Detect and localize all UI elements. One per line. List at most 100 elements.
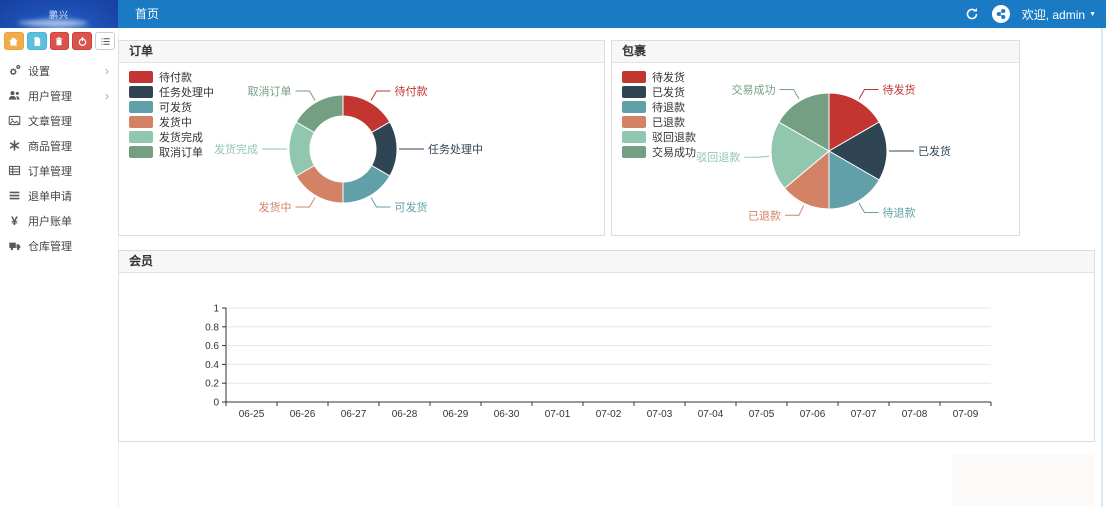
sidebar-item-list[interactable]: 退单申请 [0, 183, 118, 208]
sidebar-item-truck[interactable]: 仓库管理 [0, 233, 118, 258]
svg-text:可发货: 可发货 [395, 200, 428, 214]
sidebar-item-asterisk[interactable]: 商品管理 [0, 133, 118, 158]
svg-text:发货中: 发货中 [259, 200, 292, 214]
legend-item[interactable]: 发货完成 [129, 131, 214, 143]
legend-swatch [129, 71, 153, 83]
user-avatar-icon[interactable] [992, 5, 1010, 23]
list-button[interactable] [95, 32, 115, 50]
scrollbar-track[interactable] [1101, 28, 1103, 507]
legend-swatch [622, 101, 646, 113]
sidebar-item-users[interactable]: 用户管理 › [0, 83, 118, 108]
svg-text:06-27: 06-27 [341, 409, 367, 420]
chevron-down-icon: ▼ [1089, 11, 1096, 18]
background-artifact [952, 455, 1095, 505]
welcome-text: 欢迎, admin [1022, 6, 1085, 23]
sidebar-item-label: 用户账单 [28, 213, 72, 229]
power-button[interactable] [72, 32, 92, 50]
legend-swatch [622, 86, 646, 98]
legend-item[interactable]: 交易成功 [622, 146, 696, 158]
user-menu[interactable]: 欢迎, admin ▼ [1022, 6, 1096, 23]
orders-panel-title: 订单 [119, 41, 604, 63]
home-button[interactable] [4, 32, 24, 50]
svg-text:07-05: 07-05 [749, 409, 775, 420]
legend-item[interactable]: 可发货 [129, 101, 214, 113]
cogs-icon [7, 64, 22, 77]
sidebar-item-label: 仓库管理 [28, 238, 72, 254]
legend-label: 可发货 [159, 99, 192, 115]
svg-text:已退款: 已退款 [748, 208, 781, 222]
svg-text:待发货: 待发货 [883, 83, 916, 97]
list-icon [100, 36, 111, 47]
legend-swatch [129, 86, 153, 98]
svg-text:06-30: 06-30 [494, 409, 520, 420]
svg-text:0: 0 [213, 398, 219, 409]
top-navbar: 鹏兴 首页 欢迎, admin ▼ [0, 0, 1106, 28]
svg-text:06-25: 06-25 [239, 409, 265, 420]
sidebar-item-cogs[interactable]: 设置› [0, 58, 118, 83]
legend-swatch [129, 101, 153, 113]
packages-panel-title: 包裹 [612, 41, 1019, 63]
legend-item[interactable]: 待付款 [129, 71, 214, 83]
svg-text:0.2: 0.2 [205, 379, 219, 390]
asterisk-icon [7, 139, 22, 152]
svg-text:1: 1 [213, 304, 219, 315]
sidebar-item-image[interactable]: 文章管理 [0, 108, 118, 133]
sidebar-toolbar [0, 28, 118, 54]
legend-item[interactable]: 发货中 [129, 116, 214, 128]
legend-label: 交易成功 [652, 144, 696, 160]
legend-item[interactable]: 已发货 [622, 86, 696, 98]
sidebar-item-table[interactable]: 订单管理 [0, 158, 118, 183]
refresh-icon[interactable] [964, 6, 980, 22]
legend-swatch [622, 131, 646, 143]
legend-label: 驳回退款 [652, 129, 696, 145]
svg-text:07-08: 07-08 [902, 409, 928, 420]
trash-button[interactable] [50, 32, 70, 50]
legend-item[interactable]: 待发货 [622, 71, 696, 83]
sidebar-item-label: 用户管理 [28, 88, 72, 104]
svg-text:0.8: 0.8 [205, 322, 219, 333]
svg-text:07-07: 07-07 [851, 409, 877, 420]
svg-text:发货完成: 发货完成 [214, 142, 258, 156]
legend-item[interactable]: 已退款 [622, 116, 696, 128]
svg-text:交易成功: 交易成功 [732, 83, 776, 97]
table-icon [7, 164, 22, 177]
legend-swatch [622, 71, 646, 83]
truck-icon [7, 239, 22, 252]
legend-swatch [129, 131, 153, 143]
sidebar-item-label: 文章管理 [28, 113, 72, 129]
nav-home-link[interactable]: 首页 [127, 0, 167, 28]
legend-item[interactable]: 驳回退款 [622, 131, 696, 143]
sidebar-item-yen[interactable]: ¥用户账单 [0, 208, 118, 233]
svg-text:0.4: 0.4 [205, 360, 219, 371]
svg-text:07-01: 07-01 [545, 409, 571, 420]
chevron-right-icon: › [105, 90, 109, 102]
sidebar-item-label: 退单申请 [28, 188, 72, 204]
list-icon [7, 189, 22, 202]
svg-text:待付款: 待付款 [395, 84, 428, 98]
file-icon [32, 36, 42, 47]
brand-logo[interactable]: 鹏兴 [0, 0, 118, 28]
legend-item[interactable]: 待退款 [622, 101, 696, 113]
legend-label: 待付款 [159, 69, 192, 85]
sidebar-item-label: 订单管理 [28, 163, 72, 179]
svg-text:07-04: 07-04 [698, 409, 724, 420]
trash-icon [54, 36, 64, 47]
svg-text:任务处理中: 任务处理中 [428, 143, 483, 156]
legend-item[interactable]: 取消订单 [129, 146, 214, 158]
packages-legend: 待发货已发货待退款已退款驳回退款交易成功 [622, 71, 696, 161]
svg-text:待退款: 待退款 [883, 206, 916, 220]
image-icon [7, 114, 22, 127]
sidebar-item-label: 商品管理 [28, 138, 72, 154]
svg-text:07-09: 07-09 [953, 409, 979, 420]
svg-text:06-29: 06-29 [443, 409, 469, 420]
sidebar-item-label: 设置 [28, 63, 50, 79]
file-button[interactable] [27, 32, 47, 50]
svg-text:0.6: 0.6 [205, 341, 219, 352]
legend-label: 已退款 [652, 114, 685, 130]
legend-label: 发货完成 [159, 129, 203, 145]
svg-text:已发货: 已发货 [918, 144, 951, 158]
svg-text:06-26: 06-26 [290, 409, 316, 420]
power-icon [77, 36, 88, 47]
users-icon [7, 89, 22, 102]
legend-item[interactable]: 任务处理中 [129, 86, 214, 98]
